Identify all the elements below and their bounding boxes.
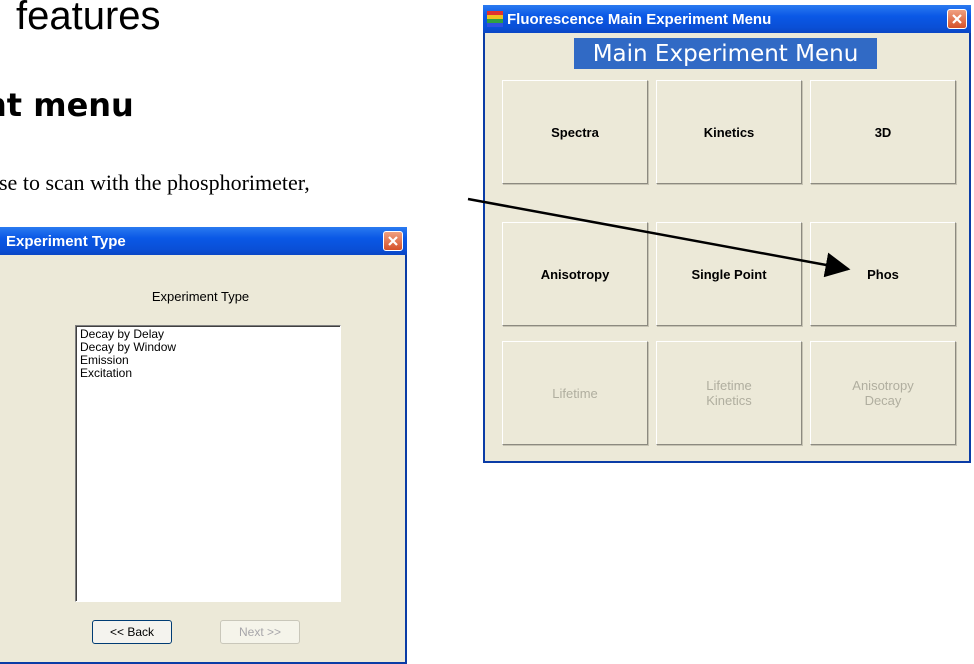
callout-arrow (467, 197, 851, 278)
